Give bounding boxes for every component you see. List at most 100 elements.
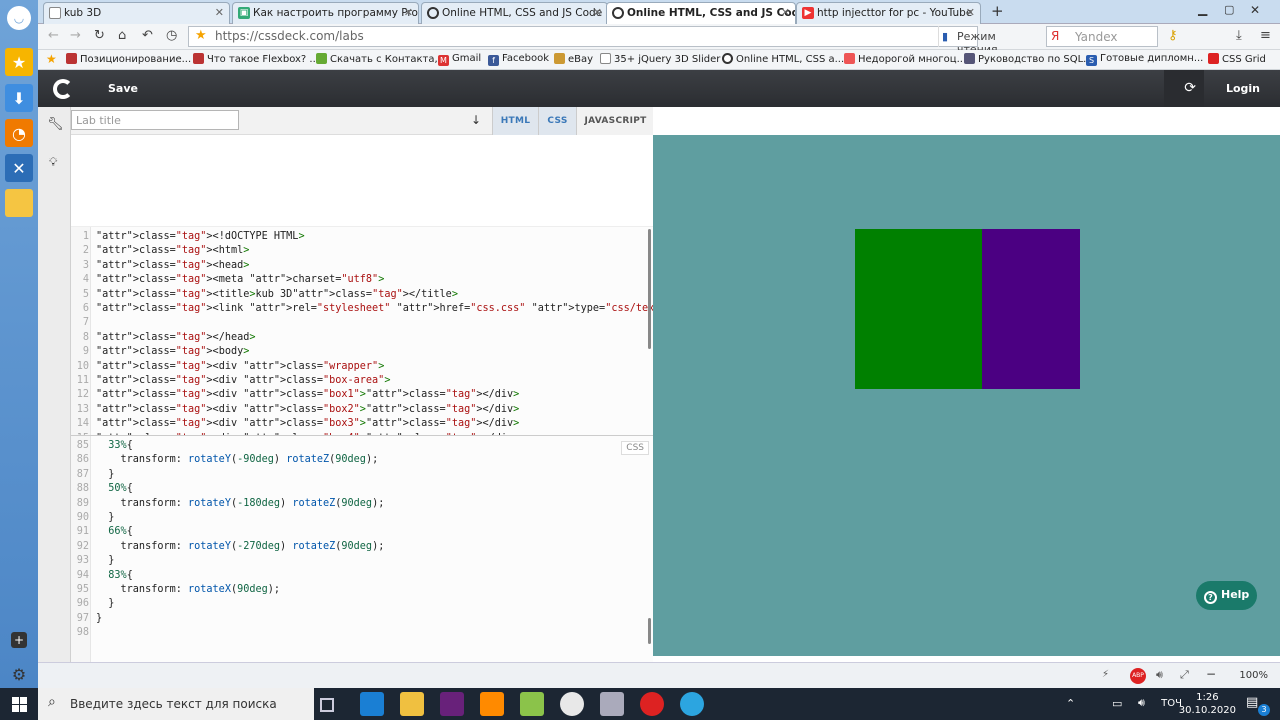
code-line[interactable]: 7 [71, 317, 651, 331]
code-line[interactable]: 12 "attr">class="tag"><div "attr">class="… [71, 389, 651, 403]
settings-gear-icon[interactable]: ⚙ [5, 660, 33, 688]
save-button[interactable]: Save [108, 82, 138, 95]
code-line[interactable]: 85 33%{ [71, 440, 651, 454]
refresh-icon[interactable]: ⟳ [1184, 80, 1196, 96]
taskbar-search-input[interactable]: ⌕ Введите здесь текст для поиска [38, 688, 314, 720]
back-arrow-icon[interactable]: ← [48, 28, 59, 43]
zoom-level[interactable]: 100% [1239, 670, 1268, 681]
paint-icon[interactable] [560, 692, 584, 716]
close-window-icon[interactable]: ✕ [1250, 3, 1260, 17]
bookmark-star-icon[interactable]: ★ [195, 28, 207, 43]
code-line[interactable]: 10 "attr">class="tag"><div "attr">class="… [71, 361, 651, 375]
code-line[interactable]: 4 "attr">class="tag"><meta "attr">charset… [71, 274, 651, 288]
start-button[interactable] [0, 688, 38, 720]
html-editor[interactable]: 1 "attr">class="tag"><!dOCTYPE HTML> 2 "att… [71, 226, 653, 436]
code-line[interactable]: 1 "attr">class="tag"><!dOCTYPE HTML> [71, 231, 651, 245]
forward-arrow-icon[interactable]: → [70, 28, 81, 43]
add-panel-icon[interactable]: + [11, 632, 27, 648]
new-tab-button[interactable]: + [991, 2, 1004, 20]
minimize-icon[interactable]: ▁ [1198, 2, 1207, 16]
key-icon[interactable]: ⚷ [1168, 28, 1178, 43]
close-tab-icon[interactable]: ✕ [215, 6, 224, 19]
lightbulb-icon[interactable]: 💡︎ [49, 155, 57, 170]
code-line[interactable]: 96 } [71, 598, 651, 612]
bookmark-item[interactable]: M Gmail [438, 53, 481, 66]
file-explorer-icon[interactable] [400, 692, 424, 716]
notifications-icon[interactable]: ▤ [1246, 695, 1258, 710]
menu-icon[interactable]: ≡ [1260, 28, 1271, 43]
history-clock-icon[interactable]: ◷ [166, 28, 177, 43]
code-line[interactable]: 13 "attr">class="tag"><div "attr">class="… [71, 404, 651, 418]
html-scrollbar[interactable] [648, 229, 651, 349]
fullscreen-icon[interactable]: ⤢ [1180, 668, 1189, 682]
css-scrollbar[interactable] [648, 618, 651, 644]
volume-icon[interactable]: 🔊︎ [1138, 696, 1145, 710]
help-button[interactable]: ? Help [1196, 581, 1257, 610]
code-line[interactable]: 5 "attr">class="tag"><title>kub 3D"attr">… [71, 289, 651, 303]
sound-icon[interactable]: 🔊︎ [1156, 668, 1163, 682]
code-line[interactable]: 97} [71, 613, 651, 627]
code-line[interactable]: 98 [71, 627, 651, 641]
opera-logo-icon[interactable]: ◡ [7, 6, 31, 30]
tray-up-arrow-icon[interactable]: ⌃ [1066, 697, 1075, 710]
tab-4[interactable]: ▶ http injecttor for pc - YouTube ✕ [796, 2, 981, 24]
close-tab-icon[interactable]: ✕ [966, 6, 975, 19]
bookmark-item[interactable]: Что такое Flexbox? ... [193, 53, 319, 65]
telegram-icon[interactable] [680, 692, 704, 716]
notes-icon[interactable] [5, 189, 33, 217]
close-tab-icon[interactable]: ✕ [404, 6, 413, 19]
cssdeck-logo-icon[interactable] [53, 79, 73, 99]
code-line[interactable]: 14 "attr">class="tag"><div "attr">class="… [71, 418, 651, 432]
code-line[interactable]: 93 } [71, 555, 651, 569]
bookmark-item[interactable]: Скачать с Контакта,... [316, 53, 447, 65]
bookmark-item[interactable]: CSS Grid [1208, 53, 1266, 65]
rss-icon[interactable]: ◔ [5, 119, 33, 147]
download-icon[interactable]: ⤓ [1236, 28, 1242, 43]
code-line[interactable]: 8 "attr">class="tag"></head> [71, 332, 651, 346]
tab-3[interactable]: Online HTML, CSS and JS Code E... ✕ [606, 2, 796, 24]
tools-icon[interactable]: ✕ [5, 154, 33, 182]
tab-0[interactable]: kub 3D ✕ [43, 2, 230, 24]
zoom-out-icon[interactable]: − [1206, 667, 1216, 681]
home-icon[interactable]: ⌂ [118, 28, 126, 43]
taskbar-app-icon[interactable] [360, 692, 384, 716]
code-line[interactable]: 86 transform: rotateY(-90deg) rotateZ(90… [71, 454, 651, 468]
bookmark-item[interactable]: Недорогой многоц... [844, 53, 966, 65]
visual-studio-icon[interactable] [440, 692, 464, 716]
bookmark-item[interactable]: eBay [554, 53, 593, 65]
code-line[interactable]: 87 } [71, 469, 651, 483]
lab-title-input[interactable]: Lab title [71, 110, 239, 130]
bookmark-item[interactable]: 35+ jQuery 3D Slider ... [600, 53, 733, 65]
speed-dial-star-icon[interactable]: ★ [5, 48, 33, 76]
arrow-down-icon[interactable]: ↓ [471, 113, 481, 127]
tab-1[interactable]: ▣ Как настроить программу Prox ✕ [232, 2, 419, 24]
wrench-icon[interactable]: 🔧︎ [47, 117, 64, 132]
code-line[interactable]: 95 transform: rotateX(90deg); [71, 584, 651, 598]
downloads-icon[interactable]: ⬇ [5, 84, 33, 112]
opera-icon[interactable] [640, 692, 664, 716]
code-line[interactable]: 6 "attr">class="tag"><link "attr">rel="st… [71, 303, 653, 317]
bookmark-item[interactable]: S Готовые дипломн... [1086, 53, 1203, 66]
login-button[interactable]: Login [1226, 82, 1260, 95]
css-editor[interactable]: 85 33%{86 transform: rotateY(-90deg) rot… [71, 436, 653, 662]
code-line[interactable]: 89 transform: rotateY(-180deg) rotateZ(9… [71, 498, 651, 512]
undo-icon[interactable]: ↶ [142, 28, 153, 43]
code-line[interactable]: 3 "attr">class="tag"><head> [71, 260, 651, 274]
tab-2[interactable]: Online HTML, CSS and JS Code E ✕ [421, 2, 608, 24]
code-line[interactable]: 9 "attr">class="tag"><body> [71, 346, 651, 360]
code-line[interactable]: 92 transform: rotateY(-270deg) rotateZ(9… [71, 541, 651, 555]
code-line[interactable]: 2 "attr">class="tag"><html> [71, 245, 651, 259]
code-line[interactable]: 91 66%{ [71, 526, 651, 540]
bookmark-item[interactable]: f Facebook [488, 53, 549, 66]
code-line[interactable]: 11 "attr">class="tag"><div "attr">class="… [71, 375, 651, 389]
code-line[interactable]: 90 } [71, 512, 651, 526]
url-input[interactable]: ★ https://cssdeck.com/labs [188, 26, 978, 47]
close-tab-icon[interactable]: ✕ [781, 6, 790, 19]
bookmark-item[interactable]: Позиционирование... [66, 53, 191, 65]
bookmark-item[interactable]: Руководство по SQL... [964, 53, 1093, 65]
search-input[interactable]: Я Yandex [1046, 26, 1158, 47]
reader-mode-button[interactable]: ▮ Режим чтения [938, 26, 1038, 56]
network-icon[interactable]: ▭ [1112, 697, 1122, 710]
reload-icon[interactable]: ↻ [94, 28, 105, 43]
code-line[interactable]: 88 50%{ [71, 483, 651, 497]
